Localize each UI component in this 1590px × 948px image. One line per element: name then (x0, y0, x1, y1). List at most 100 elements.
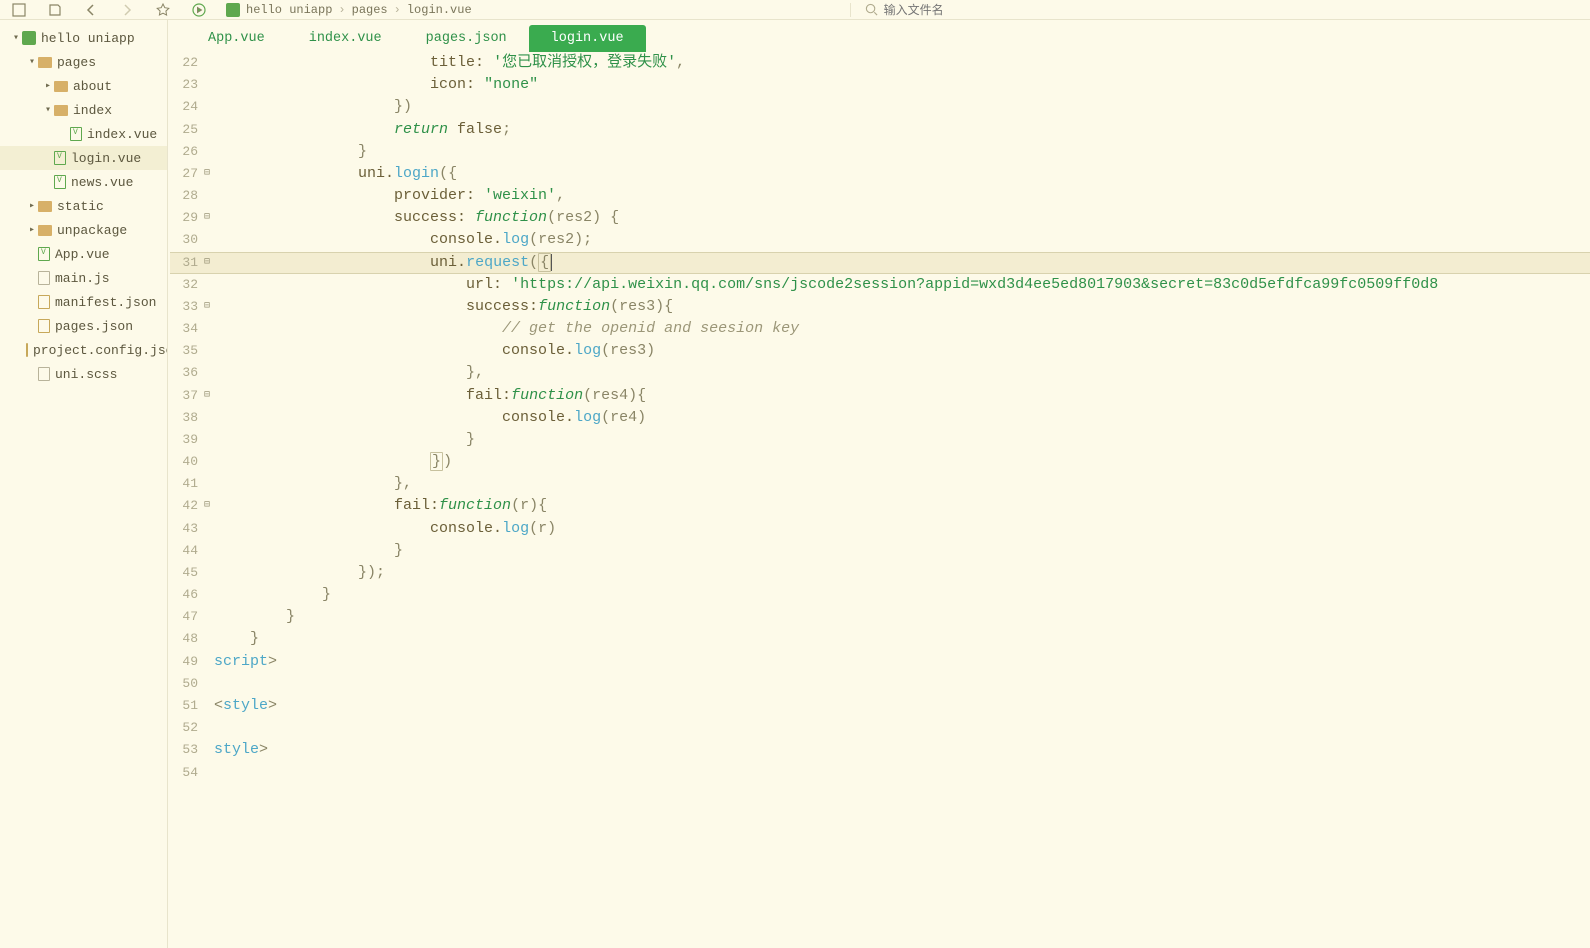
code-text[interactable]: console.log(res2); (214, 229, 1590, 251)
code-text[interactable]: fail:function(r){ (214, 495, 1590, 517)
code-line[interactable]: 45 }); (170, 562, 1590, 584)
code-line[interactable]: 52 (170, 717, 1590, 739)
breadcrumb-project[interactable]: hello uniapp (246, 3, 332, 17)
code-line[interactable]: 44 } (170, 540, 1590, 562)
fold-toggle[interactable]: ⊟ (200, 385, 214, 407)
fold-toggle[interactable]: ⊟ (200, 252, 214, 274)
code-line[interactable]: 40 }) (170, 451, 1590, 473)
code-text[interactable]: return false; (214, 119, 1590, 141)
code-line[interactable]: 43 console.log(r) (170, 518, 1590, 540)
file-search[interactable] (850, 3, 1064, 17)
code-text[interactable]: }, (214, 362, 1590, 384)
tree-file-news-vue[interactable]: news.vue (0, 170, 167, 194)
code-line[interactable]: 34 // get the openid and seesion key (170, 318, 1590, 340)
chevron-down-icon[interactable]: ▾ (42, 104, 54, 116)
fold-toggle[interactable]: ⊟ (200, 163, 214, 185)
code-text[interactable]: } (214, 429, 1590, 451)
code-text[interactable]: success: function(res2) { (214, 207, 1590, 229)
forward-icon[interactable] (118, 1, 136, 19)
tree-project[interactable]: ▾ hello uniapp (0, 26, 167, 50)
code-text[interactable]: console.log(re4) (214, 407, 1590, 429)
code-text[interactable]: console.log(res3) (214, 340, 1590, 362)
code-line[interactable]: 49script> (170, 651, 1590, 673)
star-icon[interactable] (154, 1, 172, 19)
run-icon[interactable] (190, 1, 208, 19)
code-line[interactable]: 50 (170, 673, 1590, 695)
code-text[interactable]: } (214, 606, 1590, 628)
code-line[interactable]: 31⊟ uni.request({ (170, 252, 1590, 274)
code-line[interactable]: 26 } (170, 141, 1590, 163)
code-line[interactable]: 53style> (170, 739, 1590, 761)
code-text[interactable]: }, (214, 473, 1590, 495)
tree-file-index-vue[interactable]: index.vue (0, 122, 167, 146)
tab-app-vue[interactable]: App.vue (186, 25, 287, 52)
code-text[interactable]: icon: "none" (214, 74, 1590, 96)
breadcrumb-folder[interactable]: pages (352, 3, 388, 17)
tab-pages-json[interactable]: pages.json (404, 25, 529, 52)
fold-toggle[interactable]: ⊟ (200, 495, 214, 517)
code-text[interactable]: uni.request({ (214, 252, 1590, 274)
code-text[interactable]: // get the openid and seesion key (214, 318, 1590, 340)
code-text[interactable]: } (214, 584, 1590, 606)
code-line[interactable]: 23 icon: "none" (170, 74, 1590, 96)
tree-file-app-vue[interactable]: App.vue (0, 242, 167, 266)
breadcrumb-file[interactable]: login.vue (407, 3, 472, 17)
chevron-down-icon[interactable]: ▾ (10, 32, 22, 44)
tree-file-pages-json[interactable]: pages.json (0, 314, 167, 338)
code-text[interactable]: success:function(res3){ (214, 296, 1590, 318)
code-line[interactable]: 25 return false; (170, 119, 1590, 141)
code-line[interactable]: 46 } (170, 584, 1590, 606)
tree-folder-index[interactable]: ▾ index (0, 98, 167, 122)
code-line[interactable]: 33⊟ success:function(res3){ (170, 296, 1590, 318)
chevron-right-icon[interactable]: ▸ (42, 80, 54, 92)
chevron-down-icon[interactable]: ▾ (26, 56, 38, 68)
code-text[interactable]: style> (214, 739, 1590, 761)
tree-folder-about[interactable]: ▸ about (0, 74, 167, 98)
tab-login-vue[interactable]: login.vue (529, 25, 646, 52)
code-line[interactable]: 41 }, (170, 473, 1590, 495)
tree-file-project-config-json[interactable]: project.config.json (0, 338, 167, 362)
code-line[interactable]: 22 title: '您已取消授权，登录失败', (170, 52, 1590, 74)
code-line[interactable]: 30 console.log(res2); (170, 229, 1590, 251)
code-text[interactable]: provider: 'weixin', (214, 185, 1590, 207)
code-text[interactable]: console.log(r) (214, 518, 1590, 540)
save-icon[interactable] (46, 1, 64, 19)
tab-index-vue[interactable]: index.vue (287, 25, 404, 52)
code-line[interactable]: 48 } (170, 628, 1590, 650)
menu-icon[interactable] (10, 1, 28, 19)
code-line[interactable]: 37⊟ fail:function(res4){ (170, 385, 1590, 407)
tree-folder-pages[interactable]: ▾ pages (0, 50, 167, 74)
tree-file-uni-scss[interactable]: uni.scss (0, 362, 167, 386)
code-text[interactable]: }) (214, 451, 1590, 473)
code-line[interactable]: 47 } (170, 606, 1590, 628)
chevron-right-icon[interactable]: ▸ (26, 200, 38, 212)
code-text[interactable]: uni.login({ (214, 163, 1590, 185)
code-line[interactable]: 51<style> (170, 695, 1590, 717)
code-line[interactable]: 35 console.log(res3) (170, 340, 1590, 362)
code-line[interactable]: 24 }) (170, 96, 1590, 118)
tree-folder-unpackage[interactable]: ▸ unpackage (0, 218, 167, 242)
chevron-right-icon[interactable]: ▸ (26, 224, 38, 236)
code-text[interactable]: script> (214, 651, 1590, 673)
code-line[interactable]: 54 (170, 762, 1590, 784)
code-text[interactable]: title: '您已取消授权，登录失败', (214, 52, 1590, 74)
code-text[interactable]: } (214, 628, 1590, 650)
fold-toggle[interactable]: ⊟ (200, 207, 214, 229)
code-text[interactable]: }) (214, 96, 1590, 118)
code-editor[interactable]: 22 title: '您已取消授权，登录失败',23 icon: "none"2… (168, 52, 1590, 948)
code-line[interactable]: 39 } (170, 429, 1590, 451)
tree-file-manifest-json[interactable]: manifest.json (0, 290, 167, 314)
fold-toggle[interactable]: ⊟ (200, 296, 214, 318)
tree-file-login-vue[interactable]: login.vue (0, 146, 167, 170)
code-text[interactable]: }); (214, 562, 1590, 584)
code-line[interactable]: 32 url: 'https://api.weixin.qq.com/sns/j… (170, 274, 1590, 296)
back-icon[interactable] (82, 1, 100, 19)
tree-file-main-js[interactable]: main.js (0, 266, 167, 290)
code-line[interactable]: 36 }, (170, 362, 1590, 384)
code-text[interactable]: url: 'https://api.weixin.qq.com/sns/jsco… (214, 274, 1590, 296)
search-input[interactable] (884, 3, 1064, 17)
code-text[interactable]: } (214, 141, 1590, 163)
code-line[interactable]: 27⊟ uni.login({ (170, 163, 1590, 185)
code-line[interactable]: 42⊟ fail:function(r){ (170, 495, 1590, 517)
code-text[interactable]: fail:function(res4){ (214, 385, 1590, 407)
